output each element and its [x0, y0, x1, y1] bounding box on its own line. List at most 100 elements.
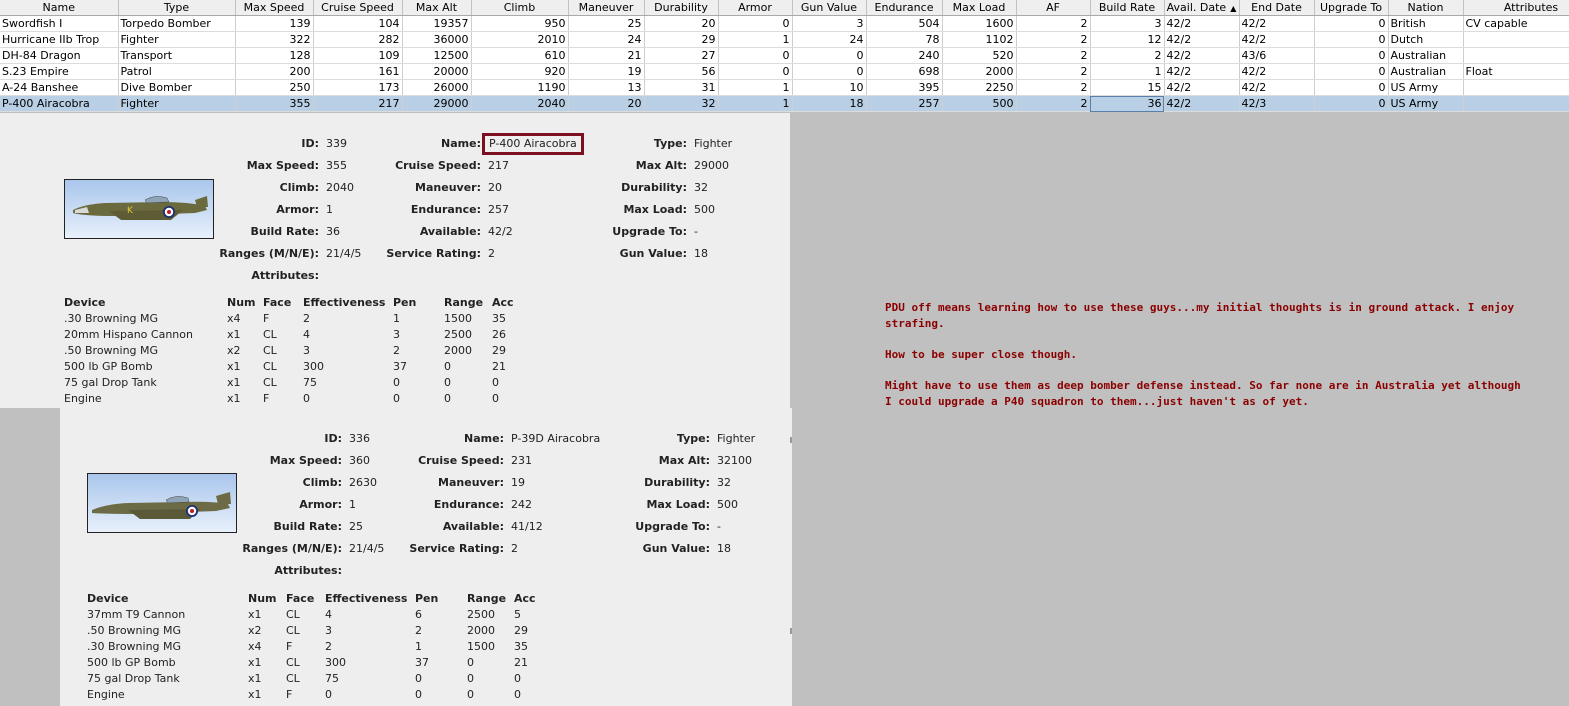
table-cell[interactable]: 42/3 [1239, 95, 1315, 112]
table-cell[interactable]: 19357 [402, 15, 472, 32]
column-header-max-alt[interactable]: Max Alt [402, 0, 472, 16]
table-cell[interactable]: 20 [644, 15, 719, 32]
table-cell[interactable]: 0 [1314, 95, 1389, 112]
table-cell[interactable]: Swordfish I [0, 15, 119, 32]
table-cell[interactable]: 12 [1090, 31, 1165, 48]
table-cell[interactable] [1463, 47, 1569, 64]
table-cell[interactable]: 698 [866, 63, 943, 80]
table-cell[interactable]: Float [1463, 63, 1569, 80]
table-cell[interactable]: 15 [1090, 79, 1165, 96]
table-cell[interactable]: 0 [792, 47, 867, 64]
column-header-af[interactable]: AF [1016, 0, 1091, 16]
column-header-max-load[interactable]: Max Load [942, 0, 1017, 16]
table-cell[interactable]: 24 [568, 31, 645, 48]
table-cell[interactable]: 200 [235, 63, 314, 80]
table-cell[interactable]: 1102 [942, 31, 1017, 48]
table-cell[interactable]: 504 [866, 15, 943, 32]
table-cell[interactable]: 1 [1090, 63, 1165, 80]
column-header-avail-date[interactable]: Avail. Date ▲ [1164, 0, 1240, 16]
table-row[interactable]: DH-84 Dragon Transport 128 109 12500 610 21 27 0… [0, 47, 1569, 64]
table-cell[interactable]: 42/2 [1164, 15, 1240, 32]
table-cell[interactable]: 0 [1314, 63, 1389, 80]
table-cell[interactable]: 78 [866, 31, 943, 48]
column-header-end-date[interactable]: End Date [1239, 0, 1315, 16]
table-cell[interactable] [1463, 31, 1569, 48]
table-cell[interactable]: 43/6 [1239, 47, 1315, 64]
table-cell[interactable]: 3 [792, 15, 867, 32]
table-row[interactable]: A-24 Banshee Dive Bomber 250 173 26000 1190 13… [0, 79, 1569, 96]
table-cell[interactable]: 20 [568, 95, 645, 112]
table-cell[interactable]: 36 [1090, 95, 1165, 112]
table-cell[interactable]: 27 [644, 47, 719, 64]
table-cell[interactable]: 250 [235, 79, 314, 96]
table-cell[interactable]: 1190 [471, 79, 569, 96]
table-cell[interactable]: 26000 [402, 79, 472, 96]
table-cell[interactable]: British [1388, 15, 1464, 32]
column-header-attributes[interactable]: Attributes [1463, 0, 1569, 16]
table-row[interactable]: P-400 Airacobra Fighter 355 217 29000 2040 20 3… [0, 95, 1569, 112]
table-cell[interactable]: 2 [1016, 79, 1091, 96]
table-cell[interactable]: US Army [1388, 79, 1464, 96]
table-cell[interactable]: 257 [866, 95, 943, 112]
column-header-build-rate[interactable]: Build Rate [1090, 0, 1165, 16]
table-cell[interactable]: 0 [792, 63, 867, 80]
table-cell[interactable]: 42/2 [1164, 63, 1240, 80]
table-cell[interactable]: P-400 Airacobra [0, 95, 119, 112]
table-cell[interactable]: 2 [1016, 15, 1091, 32]
table-cell[interactable]: 161 [313, 63, 403, 80]
table-cell[interactable]: 0 [1314, 15, 1389, 32]
table-cell[interactable]: 56 [644, 63, 719, 80]
column-header-gun-value[interactable]: Gun Value [792, 0, 867, 16]
table-cell[interactable]: US Army [1388, 95, 1464, 112]
table-cell[interactable]: 0 [1314, 79, 1389, 96]
table-cell[interactable]: Dive Bomber [118, 79, 236, 96]
table-cell[interactable]: 1 [718, 79, 793, 96]
table-cell[interactable]: 29 [644, 31, 719, 48]
table-cell[interactable]: Fighter [118, 31, 236, 48]
table-cell[interactable]: 3 [1090, 15, 1165, 32]
table-cell[interactable]: 950 [471, 15, 569, 32]
table-cell[interactable]: 36000 [402, 31, 472, 48]
column-header-name[interactable]: Name [0, 0, 119, 16]
table-cell[interactable]: 322 [235, 31, 314, 48]
table-cell[interactable]: 21 [568, 47, 645, 64]
table-cell[interactable]: 31 [644, 79, 719, 96]
table-cell[interactable]: 500 [942, 95, 1017, 112]
table-cell[interactable]: 2 [1016, 63, 1091, 80]
column-header-upgrade-to[interactable]: Upgrade To [1314, 0, 1389, 16]
column-header-durability[interactable]: Durability [644, 0, 719, 16]
table-cell[interactable]: 42/2 [1164, 95, 1240, 112]
table-cell[interactable]: Fighter [118, 95, 236, 112]
table-cell[interactable]: 1 [718, 95, 793, 112]
table-cell[interactable]: 12500 [402, 47, 472, 64]
table-cell[interactable]: 20000 [402, 63, 472, 80]
table-cell[interactable]: 520 [942, 47, 1017, 64]
table-cell[interactable] [1463, 79, 1569, 96]
table-cell[interactable]: 13 [568, 79, 645, 96]
table-cell[interactable]: Dutch [1388, 31, 1464, 48]
table-cell[interactable]: 1600 [942, 15, 1017, 32]
table-cell[interactable]: 173 [313, 79, 403, 96]
table-cell[interactable]: 25 [568, 15, 645, 32]
table-cell[interactable]: 128 [235, 47, 314, 64]
table-cell[interactable]: 42/2 [1164, 31, 1240, 48]
column-header-maneuver[interactable]: Maneuver [568, 0, 645, 16]
table-cell[interactable]: 2040 [471, 95, 569, 112]
table-cell[interactable]: Australian [1388, 47, 1464, 64]
table-row[interactable]: Hurricane IIb Trop Fighter 322 282 36000 2010… [0, 31, 1569, 48]
table-cell[interactable]: 217 [313, 95, 403, 112]
table-cell[interactable]: Patrol [118, 63, 236, 80]
table-cell[interactable]: 32 [644, 95, 719, 112]
table-cell[interactable]: 0 [718, 47, 793, 64]
column-header-max-speed[interactable]: Max Speed [235, 0, 314, 16]
table-cell[interactable]: 282 [313, 31, 403, 48]
table-row[interactable]: Swordfish I Torpedo Bomber 139 104 19357 950 2… [0, 15, 1569, 32]
column-header-cruise-speed[interactable]: Cruise Speed [313, 0, 403, 16]
column-header-endurance[interactable]: Endurance [866, 0, 943, 16]
table-cell[interactable]: 610 [471, 47, 569, 64]
table-cell[interactable]: 109 [313, 47, 403, 64]
table-cell[interactable]: CV capable [1463, 15, 1569, 32]
table-cell[interactable]: 10 [792, 79, 867, 96]
table-cell[interactable]: 42/2 [1239, 63, 1315, 80]
table-cell[interactable]: 29000 [402, 95, 472, 112]
